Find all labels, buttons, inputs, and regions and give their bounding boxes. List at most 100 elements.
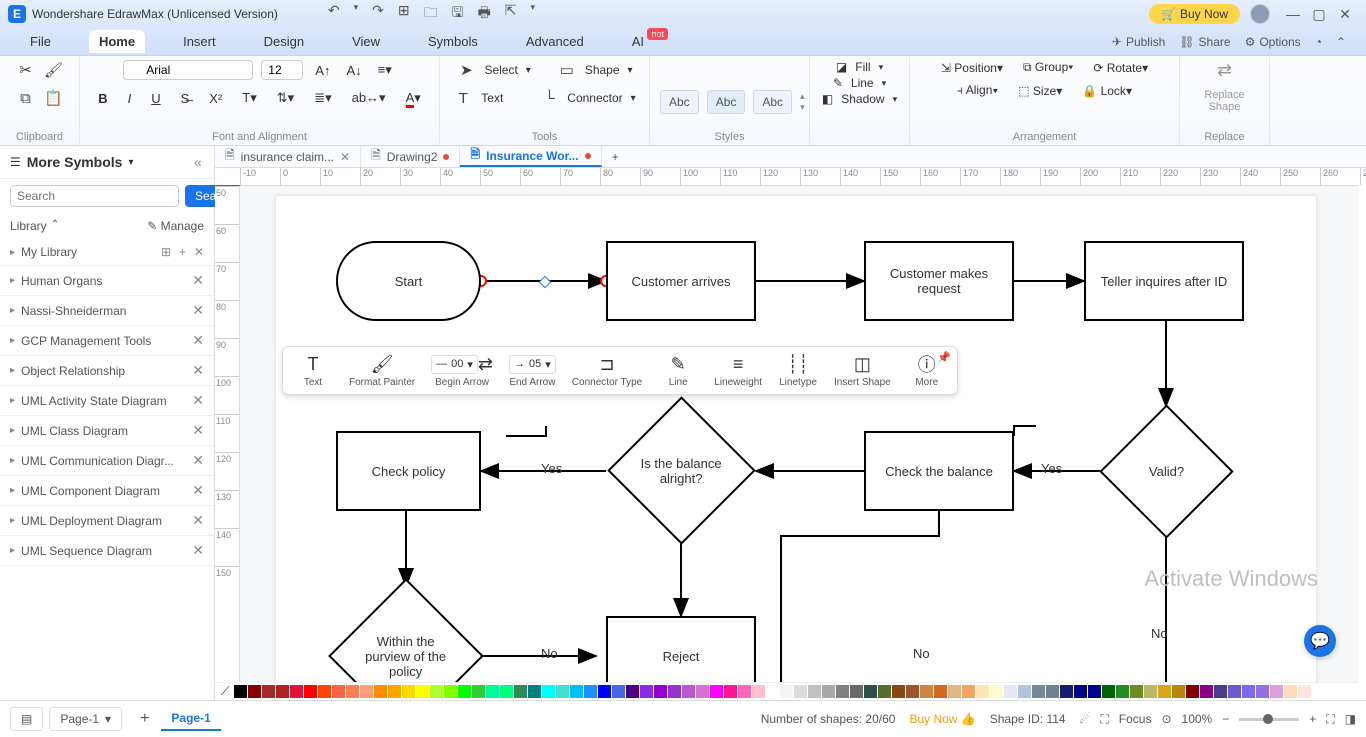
menu-design[interactable]: Design [254,30,314,53]
float-lineweight[interactable]: ≡Lineweight [714,353,762,388]
color-swatch[interactable] [1242,685,1255,698]
shape-check-policy[interactable]: Check policy [336,431,481,511]
color-swatch[interactable] [500,685,513,698]
zoom-value[interactable]: 100% [1182,712,1213,726]
shape-teller-inquires[interactable]: Teller inquires after ID [1084,241,1244,321]
close-lib-icon[interactable]: ✕ [192,482,204,499]
color-swatch[interactable] [332,685,345,698]
color-swatch[interactable] [1046,685,1059,698]
float-connector-type[interactable]: ⊐Connector Type [572,353,642,388]
lib-new-icon[interactable]: ⊞ [161,245,171,259]
color-swatch[interactable] [444,685,457,698]
bold-icon[interactable]: B [94,89,111,108]
color-swatch[interactable] [402,685,415,698]
library-item[interactable]: ▸GCP Management Tools✕ [0,326,214,356]
color-swatch[interactable] [654,685,667,698]
color-swatch[interactable] [1144,685,1157,698]
text-direction-icon[interactable]: ab↔▾ [348,88,390,108]
color-swatch[interactable] [556,685,569,698]
float-insert-shape[interactable]: ◫Insert Shape [834,353,891,388]
collapse-panel-icon[interactable]: « [194,154,202,170]
close-lib-icon[interactable]: ✕ [192,452,204,469]
shape-valid-decision[interactable]: Valid? [1099,404,1233,538]
color-swatch[interactable] [1116,685,1129,698]
connector-icon[interactable]: └ [539,88,559,108]
font-family-input[interactable] [123,60,253,80]
color-swatch[interactable] [1270,685,1283,698]
buy-now-button[interactable]: 🛒Buy Now [1149,4,1240,24]
color-swatch[interactable] [1060,685,1073,698]
zoom-slider[interactable] [1239,718,1299,721]
color-swatch[interactable] [514,685,527,698]
color-swatch[interactable] [1158,685,1171,698]
style-down-icon[interactable]: ▾ [800,102,805,113]
menu-insert[interactable]: Insert [173,30,226,53]
fit-icon[interactable]: ⊙ [1161,712,1171,726]
color-swatch[interactable] [1172,685,1185,698]
page-layout-icon[interactable]: ▤ [10,707,43,731]
pin-icon[interactable]: 📌 [937,351,951,364]
options-button[interactable]: ⚙Options [1245,35,1301,49]
close-lib-icon[interactable]: ✕ [192,542,204,559]
library-item-mylibrary[interactable]: ▸My Library⊞+✕ [0,239,214,266]
color-swatch[interactable] [458,685,471,698]
bullets-icon[interactable]: ≣▾ [310,88,335,108]
text-button[interactable]: Text [481,91,503,105]
strike-icon[interactable]: S̶ [177,89,194,108]
panel-toggle-icon[interactable]: ◨ [1345,712,1356,726]
menu-advanced[interactable]: Advanced [516,30,594,53]
zoom-out-icon[interactable]: − [1222,712,1229,726]
color-swatch[interactable] [304,685,317,698]
color-swatch[interactable] [1214,685,1227,698]
rotate-button[interactable]: ⟳ Rotate▾ [1093,61,1148,75]
doc-tab-3[interactable]: 🗎Insurance Wor... [460,146,601,167]
notification-icon[interactable]: ◔ [1315,35,1322,49]
size-button[interactable]: ⬚ Size▾ [1018,84,1062,98]
shape-icon[interactable]: ▭ [557,60,577,80]
color-swatch[interactable] [248,685,261,698]
library-item[interactable]: ▸UML Deployment Diagram✕ [0,506,214,536]
chat-bubble-icon[interactable]: 💬 [1304,625,1336,657]
close-lib-icon[interactable]: ✕ [192,272,204,289]
color-swatch[interactable] [668,685,681,698]
export-icon[interactable]: ⇱ [505,2,517,26]
library-heading[interactable]: Library [10,219,47,233]
color-swatch[interactable] [1200,685,1213,698]
open-icon[interactable]: 🗀 [424,2,438,26]
color-swatch[interactable] [1018,685,1031,698]
library-item[interactable]: ▸Object Relationship✕ [0,356,214,386]
color-swatch[interactable] [416,685,429,698]
collapse-ribbon-icon[interactable]: ⌃ [1336,35,1346,49]
color-swatch[interactable] [766,685,779,698]
shadow-set-icon[interactable]: ◧ [822,92,833,106]
color-swatch[interactable] [976,685,989,698]
color-swatch[interactable] [710,685,723,698]
color-swatch[interactable] [612,685,625,698]
new-icon[interactable]: ⊞ [398,2,410,26]
increase-font-icon[interactable]: A↑ [311,61,334,80]
symbol-search-input[interactable] [10,185,179,207]
color-swatch[interactable] [598,685,611,698]
undo-icon[interactable]: ↶ [328,2,340,26]
eyedropper-icon[interactable]: ⟋ [221,684,229,699]
color-swatch[interactable] [682,685,695,698]
undo-dropdown-icon[interactable]: ▾ [354,2,359,26]
fullscreen-icon[interactable]: ⛶ [1326,712,1334,727]
focus-frame-icon[interactable]: ⛶ [1100,712,1108,727]
doc-tab-2[interactable]: 🗎Drawing2 [361,146,460,167]
color-swatch[interactable] [262,685,275,698]
library-item[interactable]: ▸UML Class Diagram✕ [0,416,214,446]
lock-button[interactable]: 🔒 Lock▾ [1082,84,1132,98]
float-format-painter[interactable]: 🖌Format Painter [349,353,415,388]
close-lib-icon[interactable]: ✕ [192,332,204,349]
shape-check-balance[interactable]: Check the balance [864,431,1014,511]
font-size-input[interactable] [261,60,303,80]
color-swatch[interactable] [1186,685,1199,698]
select-button[interactable]: Select [484,63,517,77]
replace-shape-button[interactable]: Replace Shape [1204,89,1244,113]
library-item[interactable]: ▸UML Sequence Diagram✕ [0,536,214,566]
library-item[interactable]: ▸Human Organs✕ [0,266,214,296]
shape-start[interactable]: Start [336,241,481,321]
color-swatch[interactable] [584,685,597,698]
paste-icon[interactable]: 📋 [44,88,64,108]
